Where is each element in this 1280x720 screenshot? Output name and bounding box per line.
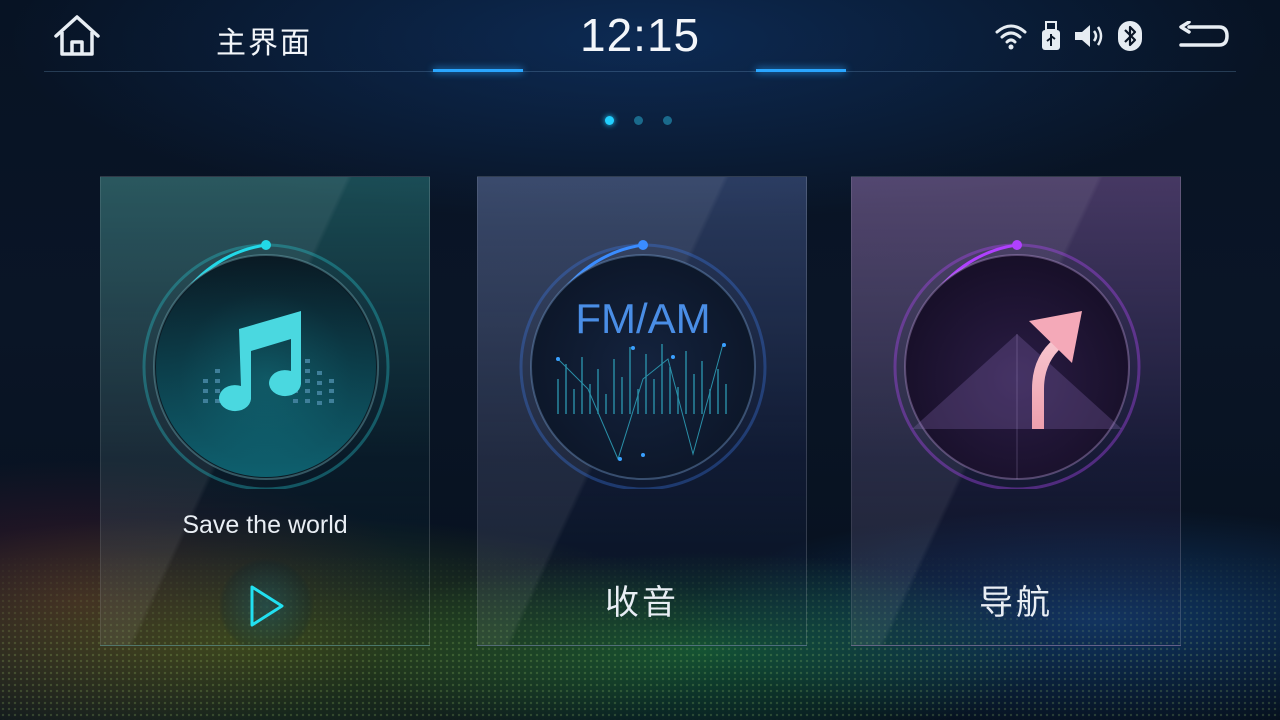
page-dot-3[interactable]: [663, 116, 672, 125]
page-indicator: [605, 116, 672, 125]
play-button[interactable]: [219, 559, 313, 645]
navigation-dial: [893, 240, 1141, 489]
header-divider: [44, 71, 1236, 72]
clock: 12:15: [580, 9, 701, 61]
home-icon: [54, 15, 100, 56]
usb-status[interactable]: [1038, 18, 1064, 54]
navigation-card[interactable]: 导航: [851, 176, 1181, 646]
page-dot-1[interactable]: [605, 116, 614, 125]
page-title: 主界面: [216, 26, 312, 61]
band-label: FM/AM: [575, 295, 710, 342]
radio-dial: FM/AM: [519, 240, 767, 489]
header-accent-right: [756, 69, 846, 72]
play-icon: [250, 585, 284, 627]
volume-status[interactable]: [1072, 18, 1108, 54]
home-button[interactable]: [52, 14, 102, 58]
radio-card[interactable]: FM/AM 收音: [477, 176, 807, 646]
radio-label: 收音: [605, 583, 679, 623]
page-dot-2[interactable]: [634, 116, 643, 125]
navigation-label: 导航: [979, 583, 1053, 623]
music-dial: [142, 240, 390, 489]
back-icon: [1179, 21, 1229, 47]
top-bar: 主界面 12:15: [0, 0, 1280, 80]
usb-icon: [1042, 21, 1060, 50]
bluetooth-icon: [1118, 21, 1142, 51]
header-accent-left: [433, 69, 523, 72]
song-title: Save the world: [182, 511, 348, 539]
wifi-status[interactable]: [994, 18, 1028, 54]
wifi-icon: [995, 24, 1027, 50]
back-button[interactable]: [1174, 18, 1232, 54]
volume-icon: [1075, 25, 1103, 47]
bluetooth-status[interactable]: [1114, 18, 1146, 54]
music-card[interactable]: Save the world: [100, 176, 430, 646]
